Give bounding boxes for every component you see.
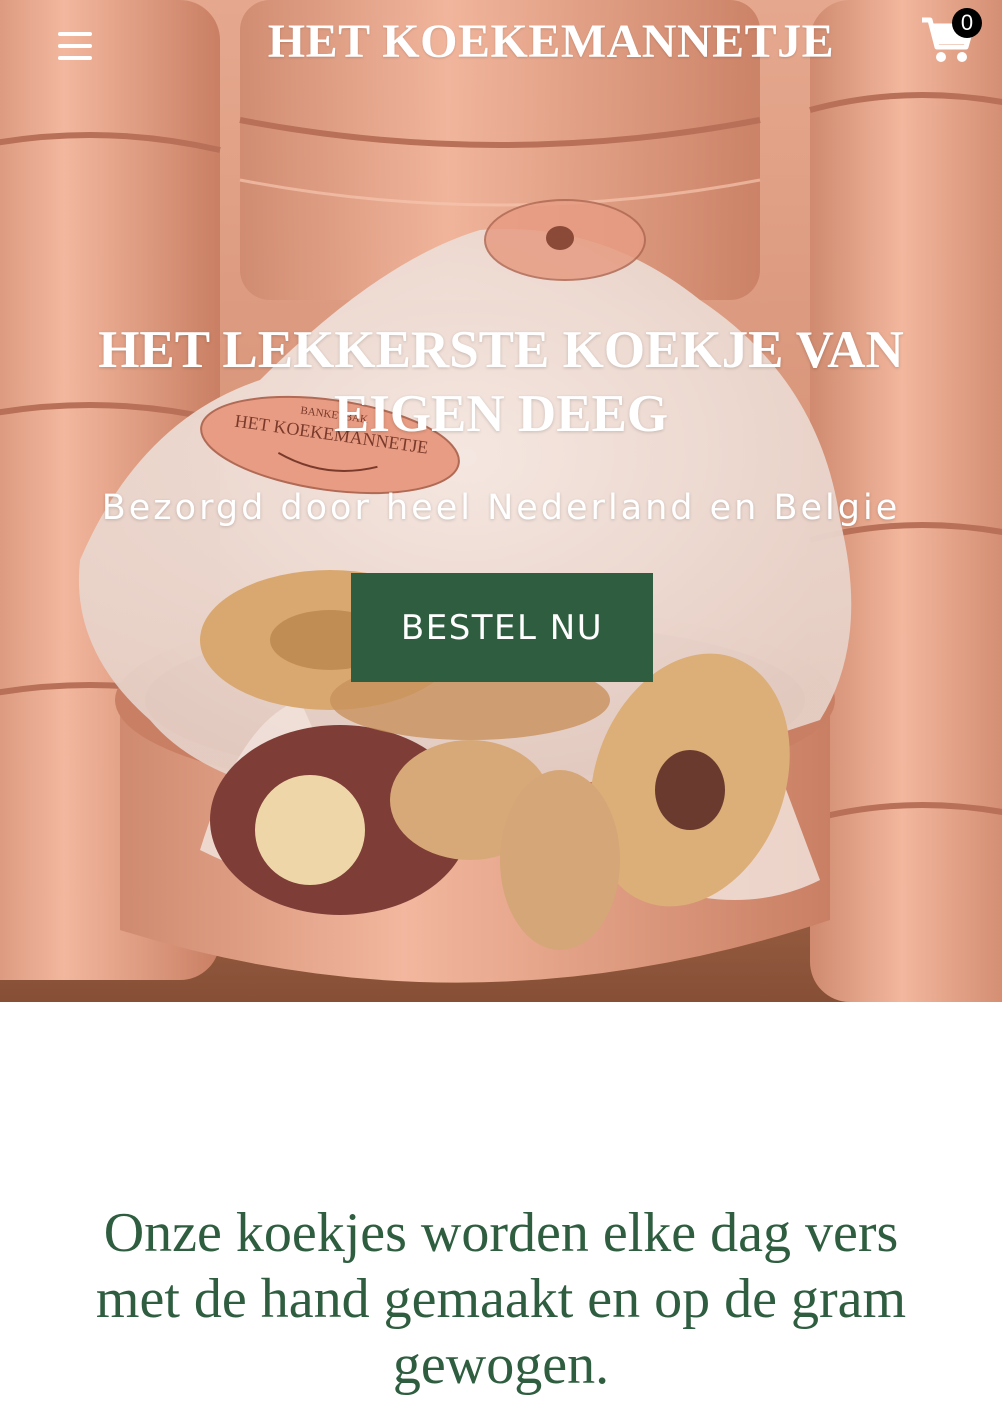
hero-title: HET LEKKERSTE KOEKJE VAN EIGEN DEEG (98, 321, 904, 443)
intro-text: Onze koekjes worden elke dag vers met de… (95, 1202, 907, 1396)
site-header: HET KOEKEMANNETJE 0 (0, 0, 1002, 92)
hero-section: BANKETBAK HET KOEKEMANNETJE HET KOEKEMAN… (0, 0, 1002, 1002)
site-logo-title[interactable]: HET KOEKEMANNETJE (180, 14, 922, 69)
hamburger-menu-icon[interactable] (54, 28, 96, 64)
cart-count-badge: 0 (952, 8, 982, 38)
order-now-button[interactable]: BESTEL NU (351, 573, 653, 682)
hero-subtitle: Bezorgd door heel Nederland en Belgie (101, 488, 901, 528)
